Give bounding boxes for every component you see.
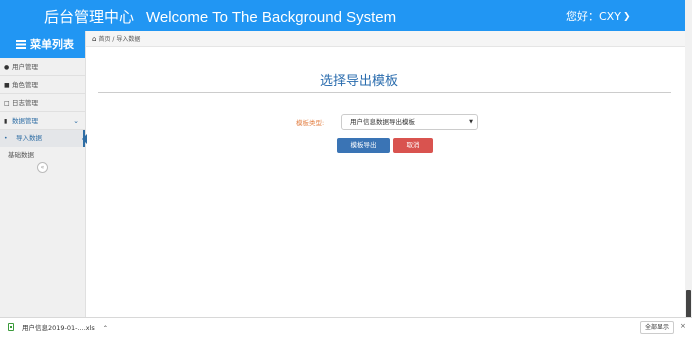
home-icon: ⌂ (92, 35, 97, 43)
sidebar-item-label: 用户管理 (12, 63, 38, 71)
sidebar-item-roles[interactable]: ■ 角色管理 (0, 76, 85, 94)
template-type-label: 模板类型: (296, 119, 325, 127)
download-bar: 用户信息2019-01-....xls ⌃ (0, 317, 692, 338)
dropdown-arrow-icon: ▼ (469, 119, 473, 125)
close-icon[interactable]: × (680, 322, 686, 330)
app-title-cn: 后台管理中心 (44, 8, 135, 26)
app-title: 后台管理中心 Welcome To The Background System (44, 6, 396, 27)
calendar-icon: □ (4, 100, 10, 107)
template-export-button[interactable]: 模板导出 (337, 138, 390, 153)
top-header: 后台管理中心 Welcome To The Background System 您… (0, 0, 685, 31)
chevron-down-icon: ⌄ (73, 117, 79, 125)
sidebar-item-label: 日志管理 (12, 99, 38, 107)
sidebar-subitem-label: 基础数据 (8, 151, 34, 159)
sidebar-menu-header: 菜单列表 (0, 31, 85, 58)
sidebar-item-users[interactable]: ● 用户管理 (0, 58, 85, 76)
cancel-button[interactable]: 取消 (393, 138, 433, 153)
sidebar-item-data[interactable]: ▮ 数据管理 ⌄ (0, 112, 85, 130)
template-type-select[interactable]: 用户信息数据导出模板 ▼ (341, 114, 478, 130)
breadcrumb-separator: / (112, 36, 115, 43)
download-item[interactable]: 用户信息2019-01-....xls ⌃ (8, 322, 108, 332)
scrollbar-thumb[interactable] (686, 290, 691, 320)
sidebar-menu-title: 菜单列表 (30, 38, 74, 51)
sidebar-item-logs[interactable]: □ 日志管理 (0, 94, 85, 112)
double-chevron-left-icon: « (40, 164, 45, 171)
active-arrow-icon (82, 134, 87, 144)
download-file-name: 用户信息2019-01-....xls (22, 324, 95, 332)
user-icon: ● (4, 64, 10, 71)
sidebar: 菜单列表 ● 用户管理 ■ 角色管理 □ 日志管理 ▮ 数据管理 ⌄ • 导入数据 基础数… (0, 31, 87, 317)
chevron-up-icon[interactable]: ⌃ (103, 325, 108, 332)
template-type-value: 用户信息数据导出模板 (350, 118, 415, 126)
sidebar-collapse-button[interactable]: « (37, 162, 48, 173)
show-all-button[interactable]: 全部显示 (640, 321, 674, 334)
page-scrollbar[interactable] (685, 0, 692, 320)
list-icon (16, 40, 26, 49)
book-icon: ▮ (4, 118, 8, 125)
user-greeting: 您好：CXY (566, 10, 621, 23)
sidebar-item-label: 数据管理 (12, 117, 38, 125)
folder-icon: ■ (4, 82, 10, 89)
breadcrumb-home[interactable]: 首页 (98, 36, 110, 43)
breadcrumb: ⌂ 首页 / 导入数据 (86, 31, 685, 47)
breadcrumb-current: 导入数据 (116, 36, 141, 43)
excel-file-icon (8, 323, 14, 331)
app-title-en: Welcome To The Background System (146, 9, 397, 26)
sidebar-item-label: 角色管理 (12, 81, 38, 89)
title-divider (98, 92, 671, 93)
sidebar-subitem-label: 导入数据 (16, 134, 42, 142)
chevron-down-icon: ❯ (622, 12, 631, 22)
page-title: 选择导出模板 (320, 74, 399, 89)
user-menu[interactable]: 您好：CXY ❯ (566, 8, 630, 24)
bullet-icon: • (4, 135, 8, 142)
sidebar-subitem-import-data[interactable]: • 导入数据 (0, 130, 87, 147)
